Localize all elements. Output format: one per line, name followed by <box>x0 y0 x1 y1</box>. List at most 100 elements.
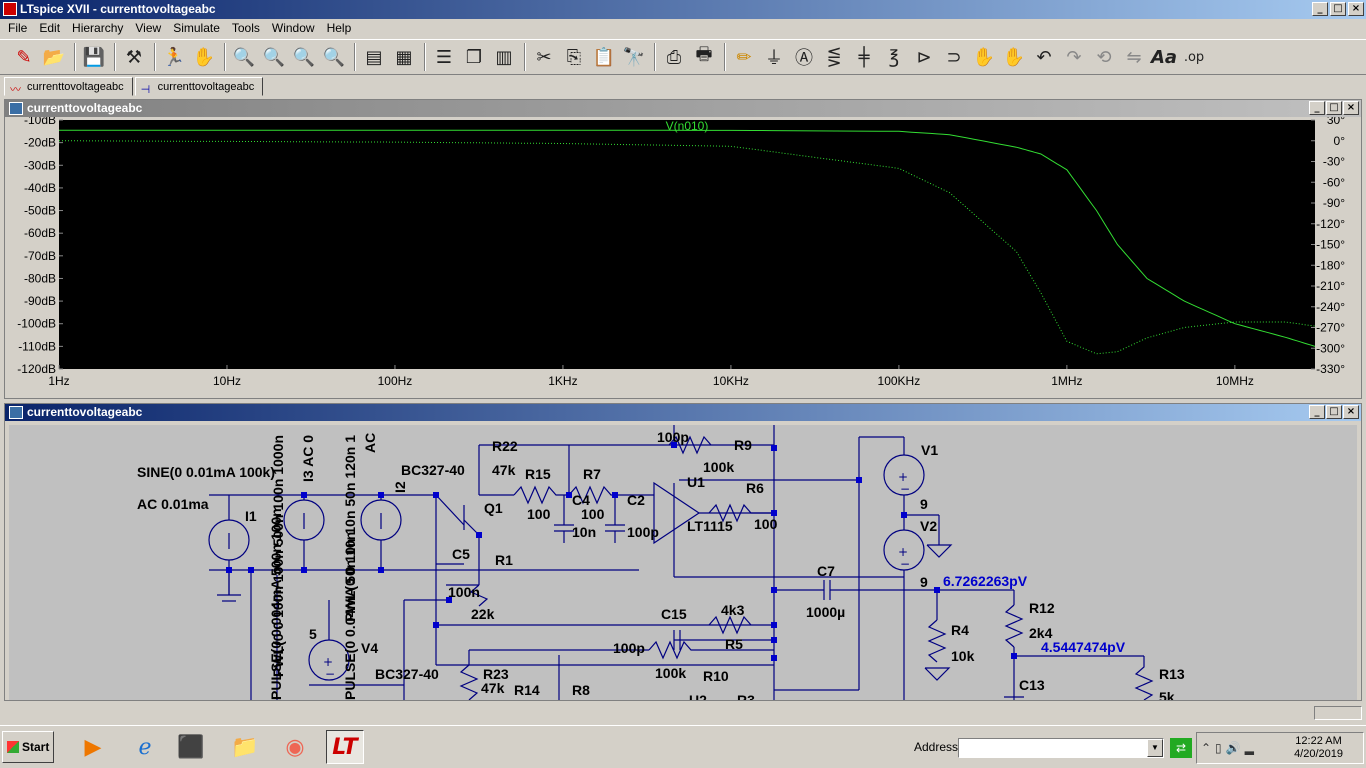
c15-value[interactable]: 100p <box>613 640 645 656</box>
internet-explorer-icon[interactable]: ℯ <box>126 730 164 764</box>
find-icon[interactable]: 🔭 <box>620 43 648 71</box>
r13-value[interactable]: 5k <box>1159 689 1175 700</box>
drag-icon[interactable]: ✋ <box>1000 43 1028 71</box>
waveform-minimize-button[interactable]: _ <box>1309 101 1325 115</box>
c4-value[interactable]: 10n <box>572 524 596 540</box>
c15-label[interactable]: C15 <box>661 606 687 622</box>
r1-label[interactable]: R1 <box>495 552 513 568</box>
i3-label[interactable]: I3 AC 0 <box>300 435 316 482</box>
r13-label[interactable]: R13 <box>1159 666 1185 682</box>
r15-label[interactable]: R15 <box>525 466 551 482</box>
r6-label[interactable]: R6 <box>746 480 764 496</box>
cut-icon[interactable]: ✂ <box>530 43 558 71</box>
v4-value[interactable]: 5 <box>309 626 317 642</box>
draw-wire-icon[interactable]: ✏ <box>730 43 758 71</box>
ground-icon[interactable]: ⏚ <box>760 43 788 71</box>
plot-area[interactable] <box>59 120 1315 369</box>
control-panel-icon[interactable]: ⚒ <box>120 43 148 71</box>
r10-label[interactable]: R10 <box>703 668 729 684</box>
fit-icon[interactable]: ▦ <box>390 43 418 71</box>
pulse-text-1[interactable]: PULSE(0 0.004mA 500n 100n <box>268 508 284 700</box>
run-icon[interactable]: 🏃 <box>160 43 188 71</box>
menu-simulate[interactable]: Simulate <box>167 19 226 37</box>
open-icon[interactable]: 📂 <box>40 43 68 71</box>
move-icon[interactable]: ✋ <box>970 43 998 71</box>
inductor-icon[interactable]: ℥ <box>880 43 908 71</box>
c2-label[interactable]: C2 <box>627 492 645 508</box>
waveform-window-title[interactable]: currenttovoltageabc _ □ × <box>5 100 1361 117</box>
redo-icon[interactable]: ↷ <box>1060 43 1088 71</box>
diode-icon[interactable]: ⊳ <box>910 43 938 71</box>
rotate-icon[interactable]: ⟲ <box>1090 43 1118 71</box>
c2-value[interactable]: 100p <box>627 524 659 540</box>
pulse-text-2[interactable]: PULSE(0 0.04mA 50n 10n <box>342 532 358 700</box>
sine-source-label[interactable]: SINE(0 0.01mA 100k) <box>137 464 275 480</box>
zoom-out-icon[interactable]: 🔍 <box>290 43 318 71</box>
new-schematic-icon[interactable]: ✎ <box>10 43 38 71</box>
zoom-in-icon[interactable]: 🔍 <box>230 43 258 71</box>
tab-schematic[interactable]: ⊣ currenttovoltageabc <box>134 77 264 96</box>
q1-label[interactable]: Q1 <box>484 500 503 516</box>
spice-directive-icon[interactable]: .op <box>1180 43 1208 71</box>
bc327-label-2[interactable]: BC327-40 <box>375 666 439 682</box>
r5-value[interactable]: 4k3 <box>721 602 745 618</box>
label-net-icon[interactable]: Ⓐ <box>790 43 818 71</box>
r3-label[interactable]: R3 <box>737 692 755 700</box>
undo-icon[interactable]: ↶ <box>1030 43 1058 71</box>
acrobat-icon[interactable]: ⬛ <box>172 730 210 764</box>
schematic-canvas[interactable]: +− +− +− SINE(0 0.01mA 100k) AC 0.01ma I… <box>9 425 1357 700</box>
resistor-icon[interactable]: ⋚ <box>820 43 848 71</box>
r7-value[interactable]: 100 <box>581 506 605 522</box>
v2-label[interactable]: V2 <box>920 518 937 534</box>
file-explorer-icon[interactable]: 📁 <box>226 730 264 764</box>
r5-label[interactable]: R5 <box>725 636 743 652</box>
r12-label[interactable]: R12 <box>1029 600 1055 616</box>
r22-value[interactable]: 47k <box>492 462 516 478</box>
r9-label[interactable]: R9 <box>734 437 752 453</box>
schematic-maximize-button[interactable]: □ <box>1326 405 1342 419</box>
menu-help[interactable]: Help <box>321 19 358 37</box>
address-dropdown-icon[interactable]: ▼ <box>1147 739 1163 757</box>
component-icon[interactable]: ⊃ <box>940 43 968 71</box>
u1-value[interactable]: LT1115 <box>687 518 733 534</box>
paste-icon[interactable]: 📋 <box>590 43 618 71</box>
firefox-icon[interactable]: ◉ <box>276 730 314 764</box>
u1-label[interactable]: U1 <box>687 474 705 490</box>
print-setup-icon[interactable]: ⎙ <box>660 43 688 71</box>
tile-vertical-icon[interactable]: ▥ <box>490 43 518 71</box>
r4-value[interactable]: 10k <box>951 648 975 664</box>
zoom-cancel-icon[interactable]: 🔍 <box>320 43 348 71</box>
menu-view[interactable]: View <box>129 19 167 37</box>
zoom-box-icon[interactable]: 🔍 <box>260 43 288 71</box>
c13-label[interactable]: C13 <box>1019 677 1045 693</box>
close-button[interactable]: × <box>1348 2 1364 16</box>
v4-label[interactable]: V4 <box>361 640 378 656</box>
c5-label[interactable]: C5 <box>452 546 470 562</box>
menu-window[interactable]: Window <box>266 19 321 37</box>
copy-icon[interactable]: ⎘ <box>560 43 588 71</box>
maximize-button[interactable]: □ <box>1330 2 1346 16</box>
halt-icon[interactable]: ✋ <box>190 43 218 71</box>
r23-value[interactable]: 47k <box>481 680 505 696</box>
mirror-icon[interactable]: ⇋ <box>1120 43 1148 71</box>
r9-value[interactable]: 100k <box>703 459 734 475</box>
r15-value[interactable]: 100 <box>527 506 551 522</box>
tray-icons[interactable]: ⌃▯🔊▂ <box>1201 741 1258 755</box>
c7-value[interactable]: 1000µ <box>806 604 845 620</box>
r1-value[interactable]: 22k <box>471 606 495 622</box>
c7-label[interactable]: C7 <box>817 563 835 579</box>
tab-waveform[interactable]: 〰 currenttovoltageabc <box>4 77 133 96</box>
menu-hierarchy[interactable]: Hierarchy <box>66 19 129 37</box>
r7-label[interactable]: R7 <box>583 466 601 482</box>
media-player-icon[interactable]: ▶ <box>74 730 112 764</box>
r14-label[interactable]: R14 <box>514 682 540 698</box>
address-input[interactable]: ▼ <box>958 738 1164 758</box>
c-top-value[interactable]: 100p <box>657 429 689 445</box>
c5-value[interactable]: 100n <box>448 584 480 600</box>
text-icon[interactable]: Aa <box>1150 43 1178 71</box>
print-icon[interactable]: 🖶 <box>690 43 718 71</box>
start-button[interactable]: Start <box>2 731 54 763</box>
menu-edit[interactable]: Edit <box>33 19 66 37</box>
cascade-icon[interactable]: ❐ <box>460 43 488 71</box>
r6-value[interactable]: 100 <box>754 516 778 532</box>
